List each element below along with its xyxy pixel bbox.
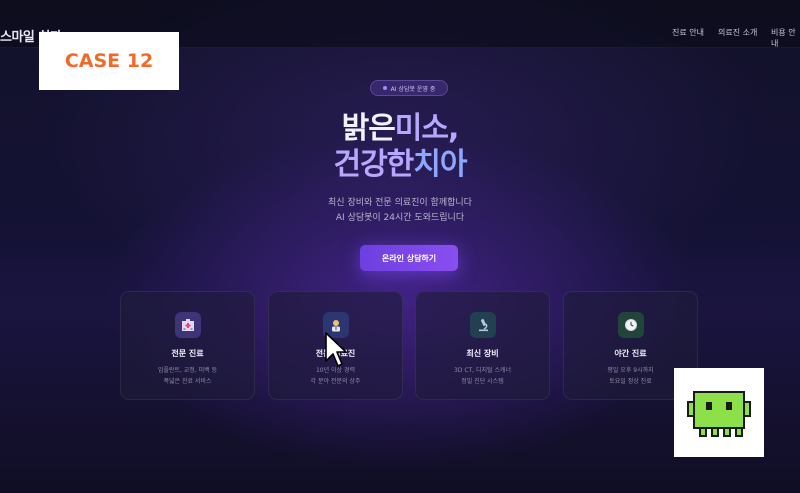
card-description: 각 분야 전문의 상주: [310, 378, 361, 385]
status-dot-icon: [382, 86, 387, 90]
hero-title-word: 밝은: [341, 111, 396, 146]
card-description: 3D CT, 디지털 스캐너: [453, 367, 512, 374]
online-consult-button[interactable]: 온라인 상담하기: [360, 245, 458, 271]
status-badge: AI 상담봇 운영 중: [370, 80, 448, 96]
card-title: 전문 진료: [171, 349, 204, 358]
card-title: 야간 진료: [614, 349, 647, 358]
card-description: 임플란트, 교정, 미백 등: [157, 367, 218, 374]
feature-card-equipment[interactable]: 최신 장비 3D CT, 디지털 스캐너 정밀 진단 시스템: [415, 291, 550, 400]
hero-title-word: 치아: [413, 147, 467, 182]
microscope-icon: [470, 312, 496, 338]
page-background: 스마일 치과 진료 안내 의료진 소개 비용 안내 CASE 12 AI 상담봇…: [0, 0, 800, 493]
clock-icon: [618, 312, 644, 338]
hero-subtitle-2: AI 상담봇이 24시간 도와드립니다: [335, 213, 465, 223]
case-label: CASE 12: [39, 32, 179, 90]
hero-title-word: 건강한: [333, 147, 414, 182]
card-title: 최신 장비: [466, 349, 499, 358]
nav-link-pricing[interactable]: 비용 안내: [771, 27, 800, 49]
hero-title-word: 미소,: [394, 111, 460, 146]
hero-title-line-1: 밝은 미소,: [250, 111, 550, 147]
nav-link-treatment[interactable]: 진료 안내: [672, 27, 704, 38]
hospital-icon: [175, 312, 201, 338]
mascot-panel: [674, 368, 764, 457]
card-description: 폭넓은 진료 서비스: [163, 378, 212, 385]
nav-link-doctors[interactable]: 의료진 소개: [718, 27, 757, 38]
feature-card-specialty[interactable]: 전문 진료 임플란트, 교정, 미백 등 폭넓은 진료 서비스: [120, 291, 255, 400]
card-description: 정밀 진단 시스템: [461, 378, 504, 385]
mouse-pointer-icon: [325, 332, 347, 367]
hero-title-line-2: 건강한 치아: [250, 147, 550, 183]
hero-subtitle-1: 최신 장비와 전문 의료진이 함께합니다: [328, 198, 472, 208]
robot-mascot-icon: [687, 391, 751, 437]
status-badge-label: AI 상담봇 운영 중: [390, 85, 436, 93]
